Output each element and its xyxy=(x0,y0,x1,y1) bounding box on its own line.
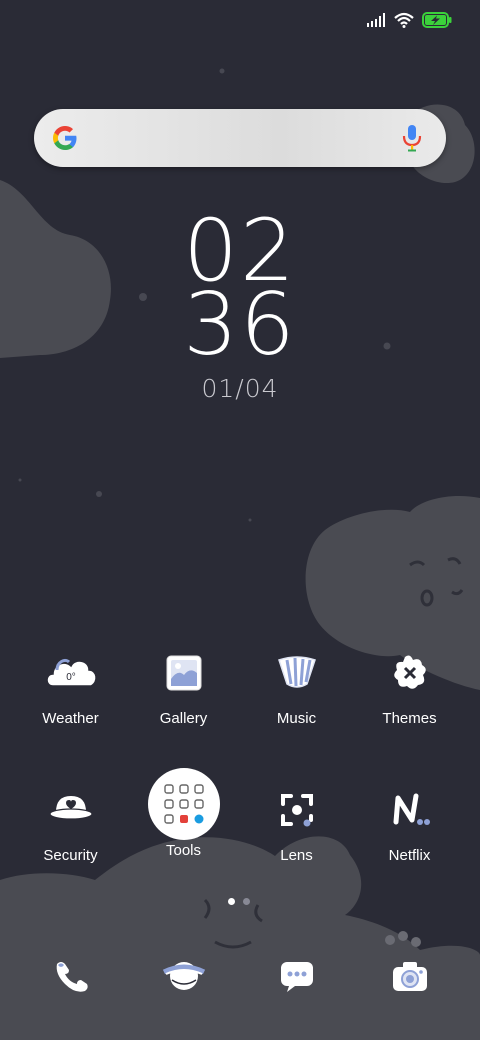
app-lens[interactable]: Lens xyxy=(240,777,353,864)
svg-text:0°: 0° xyxy=(66,672,76,683)
browser-planet-icon xyxy=(162,956,206,1001)
status-bar xyxy=(366,12,452,33)
battery-charging-icon xyxy=(422,12,452,33)
lens-scan-icon xyxy=(264,777,330,843)
messages-bubble-icon xyxy=(279,958,315,999)
app-label: Netflix xyxy=(388,847,431,864)
security-hat-icon xyxy=(38,777,104,843)
app-label: Security xyxy=(43,847,98,864)
signal-bars-icon xyxy=(366,13,386,32)
wifi-icon xyxy=(394,12,414,33)
app-label: Tools xyxy=(165,842,202,859)
clock-minutes[interactable]: 36 xyxy=(0,282,480,368)
tools-folder-icon xyxy=(147,768,220,840)
weather-cloud-icon: 0° xyxy=(38,640,104,706)
app-gallery[interactable]: Gallery xyxy=(127,640,240,727)
app-label: Weather xyxy=(42,710,99,727)
page-dot[interactable] xyxy=(243,898,250,905)
app-netflix[interactable]: Netflix xyxy=(353,777,466,864)
app-label: Gallery xyxy=(159,710,208,727)
gallery-picture-icon xyxy=(151,640,217,706)
microphone-icon[interactable] xyxy=(400,123,424,158)
google-g-icon xyxy=(50,123,80,158)
app-label: Lens xyxy=(280,847,313,864)
page-indicator[interactable] xyxy=(228,898,250,905)
clock-date[interactable]: 01/04 xyxy=(0,374,480,403)
google-search-bar[interactable] xyxy=(34,109,446,167)
app-tools[interactable]: Tools xyxy=(127,768,240,859)
dock-phone[interactable] xyxy=(38,945,104,1011)
app-themes[interactable]: Themes xyxy=(353,640,466,727)
music-striped-cup-icon xyxy=(264,640,330,706)
netflix-n-icon xyxy=(377,777,443,843)
dock-browser[interactable] xyxy=(151,945,217,1011)
dock-messages[interactable] xyxy=(264,945,330,1011)
app-label: Themes xyxy=(382,710,437,727)
app-label: Music xyxy=(276,710,317,727)
camera-icon xyxy=(391,959,429,998)
themes-flower-icon xyxy=(377,640,443,706)
page-dot-active[interactable] xyxy=(228,898,235,905)
phone-icon xyxy=(51,958,91,999)
app-music[interactable]: Music xyxy=(240,640,353,727)
dock-camera[interactable] xyxy=(377,945,443,1011)
app-weather[interactable]: 0° Weather xyxy=(14,640,127,727)
app-security[interactable]: Security xyxy=(14,777,127,864)
